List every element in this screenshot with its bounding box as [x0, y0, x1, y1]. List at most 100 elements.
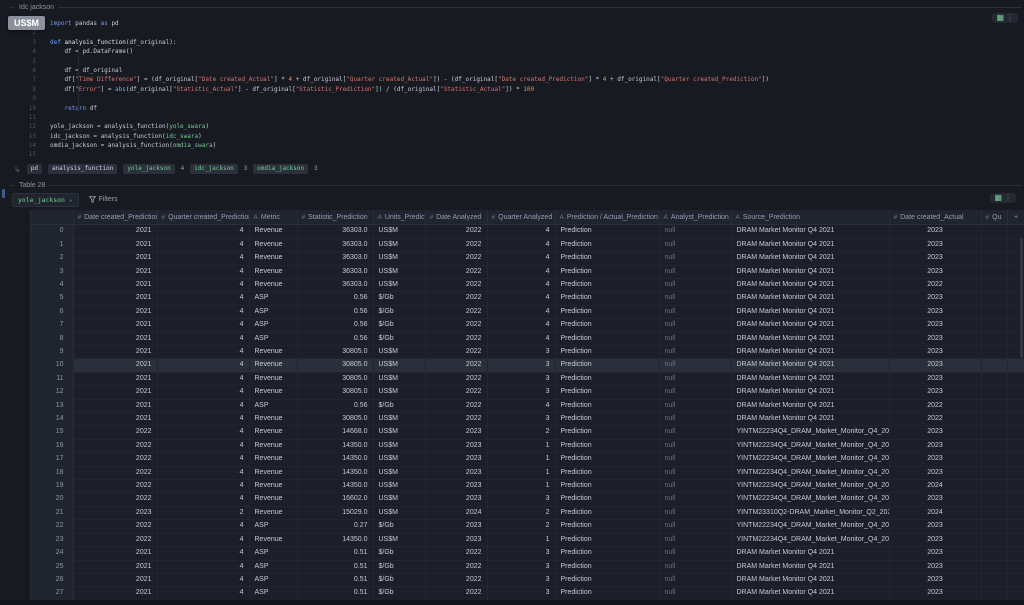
- cell-menu-icon[interactable]: ⋮: [1006, 14, 1014, 22]
- table-cell: ASP: [249, 520, 297, 533]
- code-line[interactable]: 5: [10, 57, 1024, 66]
- table-row[interactable]: 1020214Revenue30805.0US$M20223Prediction…: [31, 359, 1024, 372]
- table-row[interactable]: 220214Revenue36303.0US$M20224Predictionn…: [31, 252, 1024, 265]
- table-row[interactable]: 420214Revenue36303.0US$M20224Predictionn…: [31, 278, 1024, 291]
- table-row[interactable]: 120214Revenue36303.0US$M20224Predictionn…: [31, 238, 1024, 251]
- column-header-label: Metric: [261, 214, 280, 221]
- table-row[interactable]: 2620214ASP0.51$/Gb20223PredictionnullDRA…: [31, 573, 1024, 586]
- table-row[interactable]: 720214ASP0.56$/Gb20224PredictionnullDRAM…: [31, 319, 1024, 332]
- table-actions[interactable]: ▦ ⋮: [990, 193, 1016, 203]
- table-cell: null: [659, 453, 731, 466]
- column-header[interactable]: AUnits_Prediction: [373, 210, 425, 225]
- table-row[interactable]: 1720224Revenue14350.0US$M20231Prediction…: [31, 453, 1024, 466]
- code-editor[interactable]: 1import pandas as pd23def analysis_funct…: [10, 11, 1024, 160]
- table-row[interactable]: 2120232Revenue15029.0US$M20242Prediction…: [31, 506, 1024, 519]
- column-header[interactable]: #Qu: [981, 210, 1007, 225]
- output-variable-chip[interactable]: analysis_function: [48, 164, 117, 174]
- code-line[interactable]: 9: [10, 94, 1024, 103]
- table-cell: 3: [487, 547, 555, 560]
- column-header[interactable]: #Quarter Analyzed: [487, 210, 555, 225]
- code-line[interactable]: 6 df = df_original: [10, 66, 1024, 75]
- table-row[interactable]: 2320224Revenue14350.0US$M20231Prediction…: [31, 533, 1024, 546]
- table-row[interactable]: 1220214Revenue30805.0US$M20223Prediction…: [31, 386, 1024, 399]
- table-row[interactable]: 1120214Revenue30805.0US$M20223Prediction…: [31, 372, 1024, 385]
- table-row[interactable]: 2420214ASP0.51$/Gb20223PredictionnullDRA…: [31, 547, 1024, 560]
- table-controls: yole_jackson ⌄ Filters ▦ ⋮: [12, 193, 1024, 207]
- column-header[interactable]: AMetric: [249, 210, 297, 225]
- column-header[interactable]: APrediction / Actual_Prediction: [555, 210, 659, 225]
- numeric-type-icon: #: [430, 214, 434, 221]
- table-cell: [981, 439, 1007, 452]
- table-row[interactable]: 520214ASP0.56$/Gb20224PredictionnullDRAM…: [31, 292, 1024, 305]
- column-header[interactable]: #Date Analyzed: [425, 210, 487, 225]
- code-line[interactable]: 15: [10, 150, 1024, 159]
- code-line[interactable]: 10 return df: [10, 104, 1024, 113]
- table-frame: Table 28: [10, 182, 1022, 190]
- code-line[interactable]: 4 df = pd.DataFrame(): [10, 47, 1024, 56]
- table-row[interactable]: 1920224Revenue14350.0US$M20231Prediction…: [31, 480, 1024, 493]
- table-row[interactable]: 1820224Revenue14350.0US$M20231Prediction…: [31, 466, 1024, 479]
- line-number: 15: [10, 150, 50, 159]
- code-cell-frame: Idc jackson: [10, 3, 1022, 11]
- output-variable-chip[interactable]: omdia_jackson: [253, 164, 308, 174]
- table-row[interactable]: 020214Revenue36303.0US$M20224Predictionn…: [31, 225, 1024, 238]
- output-variable-chip[interactable]: idc_jackson: [190, 164, 238, 174]
- column-header[interactable]: #Quarter created_Prediction: [157, 210, 249, 225]
- table-cell: 4: [487, 238, 555, 251]
- add-column-button[interactable]: +: [1007, 210, 1024, 225]
- table-row[interactable]: 1420214Revenue30805.0US$M20223Prediction…: [31, 413, 1024, 426]
- text-type-icon: A: [254, 214, 258, 221]
- table-cell: [981, 506, 1007, 519]
- table-row[interactable]: 1520224Revenue14668.0US$M20232Prediction…: [31, 426, 1024, 439]
- code-line[interactable]: 1import pandas as pd: [10, 19, 1024, 28]
- code-line[interactable]: 13idc_jackson = analysis_function(idc_sw…: [10, 132, 1024, 141]
- code-line[interactable]: 2: [10, 28, 1024, 37]
- vertical-scrollbar[interactable]: [1020, 238, 1023, 358]
- table-cell: DRAM Market Monitor Q4 2021: [731, 305, 889, 318]
- table-row[interactable]: 320214Revenue36303.0US$M20224Predictionn…: [31, 265, 1024, 278]
- table-row[interactable]: 2220224ASP0.27$/Gb20232PredictionnullYIN…: [31, 520, 1024, 533]
- table-cell: Prediction: [555, 225, 659, 238]
- table-cell: ASP: [249, 587, 297, 600]
- table-row[interactable]: 2020224Revenue16602.0US$M20233Prediction…: [31, 493, 1024, 506]
- cell-actions[interactable]: ▦ ⋮: [992, 13, 1018, 23]
- filters-button[interactable]: Filters: [89, 196, 118, 203]
- table-cell: 4: [487, 399, 555, 412]
- data-table-wrap: #Date created_Prediction#Quarter created…: [30, 210, 1024, 601]
- table-cell: 2021: [73, 359, 157, 372]
- table-cell: YINTM22234Q4_DRAM_Market_Monitor_Q4_2022…: [731, 520, 889, 533]
- table-cell: 14350.0: [297, 480, 373, 493]
- table-cell: 2022: [425, 399, 487, 412]
- column-header[interactable]: #Date created_Actual: [889, 210, 981, 225]
- table-row[interactable]: 1320214ASP0.56$/Gb20224PredictionnullDRA…: [31, 399, 1024, 412]
- table-cell: [981, 238, 1007, 251]
- table-row[interactable]: 820214ASP0.56$/Gb20224PredictionnullDRAM…: [31, 332, 1024, 345]
- table-cell: 2021: [73, 399, 157, 412]
- output-variable-chip[interactable]: pd: [27, 164, 42, 174]
- code-line[interactable]: 12yole_jackson = analysis_function(yole_…: [10, 122, 1024, 131]
- table-row[interactable]: 2720214ASP0.51$/Gb20223PredictionnullDRA…: [31, 587, 1024, 600]
- table-cell: 3: [487, 346, 555, 359]
- table-row[interactable]: 2520214ASP0.51$/Gb20223PredictionnullDRA…: [31, 560, 1024, 573]
- dataframe-selector[interactable]: yole_jackson ⌄: [12, 193, 79, 207]
- code-line[interactable]: 14omdia_jackson = analysis_function(omdi…: [10, 141, 1024, 150]
- table-row[interactable]: 920214Revenue30805.0US$M20223Predictionn…: [31, 346, 1024, 359]
- table-cell: [1007, 520, 1024, 533]
- table-cell: 4: [157, 547, 249, 560]
- column-header[interactable]: ASource_Prediction: [731, 210, 889, 225]
- column-header[interactable]: #Date created_Prediction: [73, 210, 157, 225]
- column-header[interactable]: AAnalyst_Prediction: [659, 210, 731, 225]
- code-line[interactable]: 8 df["Error"] = abs(df_original["Statist…: [10, 85, 1024, 94]
- table-cell: 1: [487, 480, 555, 493]
- code-line[interactable]: 3def analysis_function(df_original):: [10, 38, 1024, 47]
- table-cell: 2023: [889, 252, 981, 265]
- table-menu-icon[interactable]: ⋮: [1004, 194, 1012, 202]
- output-variable-chip[interactable]: yole_jackson: [123, 164, 174, 174]
- table-row[interactable]: 1620224Revenue14350.0US$M20231Prediction…: [31, 439, 1024, 452]
- column-header[interactable]: #Statistic_Prediction: [297, 210, 373, 225]
- table-row[interactable]: 620214ASP0.56$/Gb20224PredictionnullDRAM…: [31, 305, 1024, 318]
- table-cell: null: [659, 332, 731, 345]
- column-header-label: Qu: [992, 214, 1001, 221]
- code-line[interactable]: 7 df["Time Difference"] = (df_original["…: [10, 75, 1024, 84]
- code-line[interactable]: 11: [10, 113, 1024, 122]
